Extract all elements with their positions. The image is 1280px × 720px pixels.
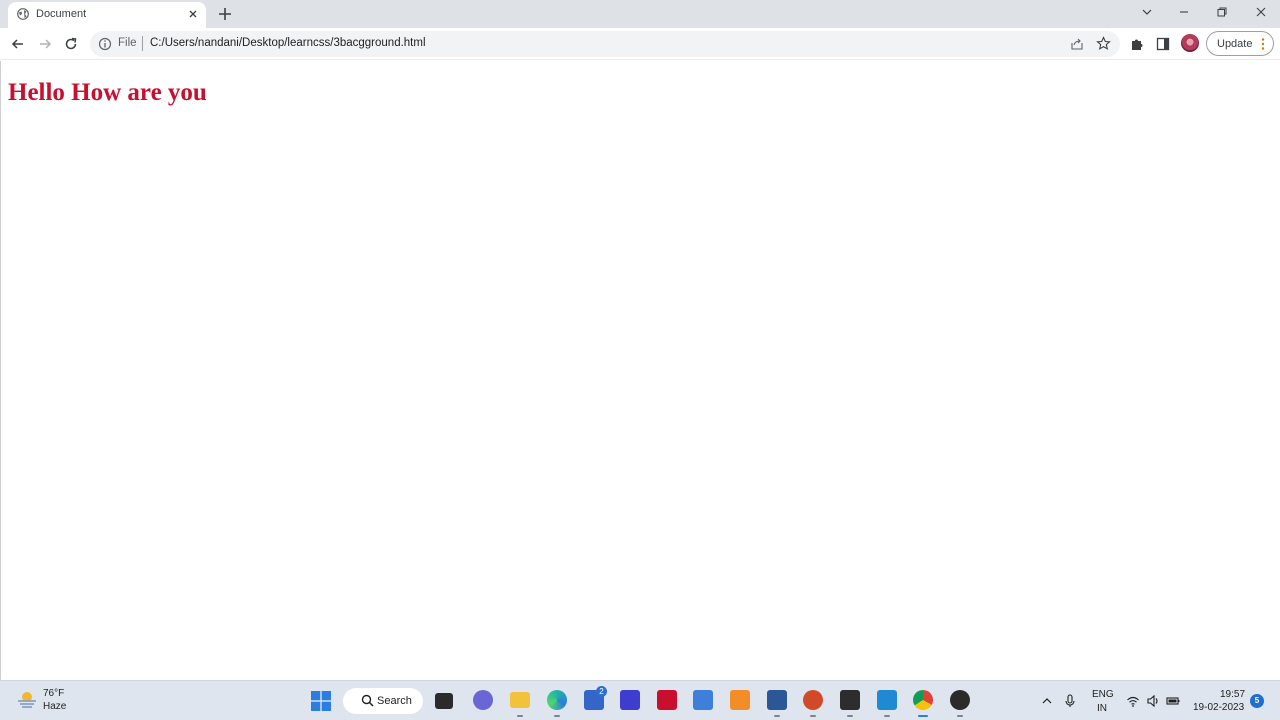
search-icon [361, 694, 374, 707]
window-close-icon[interactable] [1254, 5, 1268, 19]
microphone-icon[interactable] [1063, 694, 1077, 708]
profile-avatar[interactable] [1181, 34, 1199, 52]
powerpoint-icon[interactable] [803, 690, 823, 710]
task-view-icon[interactable] [435, 693, 453, 709]
page-heading: Hello How are you [8, 79, 207, 106]
omnibox-divider [142, 36, 143, 51]
weather-temperature[interactable]: 76°F [43, 688, 64, 699]
forward-arrow-icon[interactable] [37, 36, 53, 52]
side-panel-icon[interactable] [1155, 36, 1171, 52]
edge-icon[interactable] [547, 690, 567, 710]
word-icon[interactable] [767, 690, 787, 710]
running-indicator [957, 715, 963, 717]
store-badge: 2 [596, 686, 607, 697]
browser-toolbar: File C:/Users/nandani/Desktop/learncss/3… [0, 28, 1280, 60]
windows-start-icon[interactable] [311, 691, 331, 711]
update-button[interactable]: Update [1206, 31, 1274, 56]
bookmark-star-icon[interactable] [1096, 36, 1111, 51]
new-tab-icon[interactable] [218, 7, 232, 21]
weather-condition[interactable]: Haze [43, 701, 66, 712]
folder-icon[interactable] [510, 692, 530, 708]
mcafee-icon[interactable] [657, 690, 677, 710]
language-region[interactable]: IN [1097, 703, 1107, 714]
running-indicator [810, 715, 816, 717]
close-icon[interactable] [187, 8, 199, 20]
wifi-icon[interactable] [1126, 694, 1140, 708]
tab-document[interactable]: Document [8, 2, 206, 28]
restore-icon[interactable] [1215, 5, 1229, 19]
clock-date[interactable]: 19-02-2023 [1193, 702, 1244, 713]
back-arrow-icon[interactable] [10, 36, 26, 52]
obs-icon[interactable] [950, 690, 970, 710]
battery-icon[interactable] [1166, 694, 1180, 708]
running-indicator [847, 715, 853, 717]
taskbar-search[interactable]: Search [343, 688, 423, 714]
globe-icon [17, 8, 29, 20]
info-icon[interactable] [98, 37, 112, 51]
url-scheme-label: File [118, 37, 137, 49]
notification-badge[interactable]: 5 [1250, 694, 1264, 708]
tab-title: Document [36, 8, 87, 20]
share-icon[interactable] [1070, 37, 1084, 51]
running-indicator [554, 715, 560, 717]
chrome-icon[interactable] [913, 690, 933, 710]
address-bar[interactable]: File C:/Users/nandani/Desktop/learncss/3… [90, 31, 1120, 57]
search-label: Search [377, 695, 412, 707]
language-indicator[interactable]: ENG [1092, 689, 1114, 700]
teams-app-icon[interactable] [620, 690, 640, 710]
chevron-up-icon[interactable] [1040, 694, 1054, 708]
volume-icon[interactable] [1146, 694, 1160, 708]
minimize-icon[interactable] [1177, 5, 1191, 19]
page-viewport: Hello How are you [0, 61, 1280, 680]
running-indicator [884, 715, 890, 717]
chevron-down-icon[interactable] [1140, 5, 1154, 19]
kebab-menu-icon[interactable] [1260, 37, 1266, 51]
running-indicator [774, 715, 780, 717]
running-indicator [517, 715, 523, 717]
update-label: Update [1217, 38, 1253, 50]
active-indicator [918, 715, 928, 717]
xampp-icon[interactable] [730, 690, 750, 710]
url-text[interactable]: C:/Users/nandani/Desktop/learncss/3bacgg… [150, 37, 426, 49]
reload-icon[interactable] [63, 36, 79, 52]
haze-weather-icon[interactable] [16, 689, 38, 709]
tab-strip: Document [0, 0, 1280, 28]
p-app-icon[interactable] [693, 690, 713, 710]
teams-chat-icon[interactable] [473, 690, 493, 710]
vscode-icon[interactable] [877, 690, 897, 710]
terminal-icon[interactable] [840, 690, 860, 710]
windows-taskbar: 76°F Haze Search 2 ENG IN 19:57 19-02-20… [0, 680, 1280, 720]
clock-time[interactable]: 19:57 [1220, 689, 1245, 700]
extensions-puzzle-icon[interactable] [1129, 36, 1145, 52]
